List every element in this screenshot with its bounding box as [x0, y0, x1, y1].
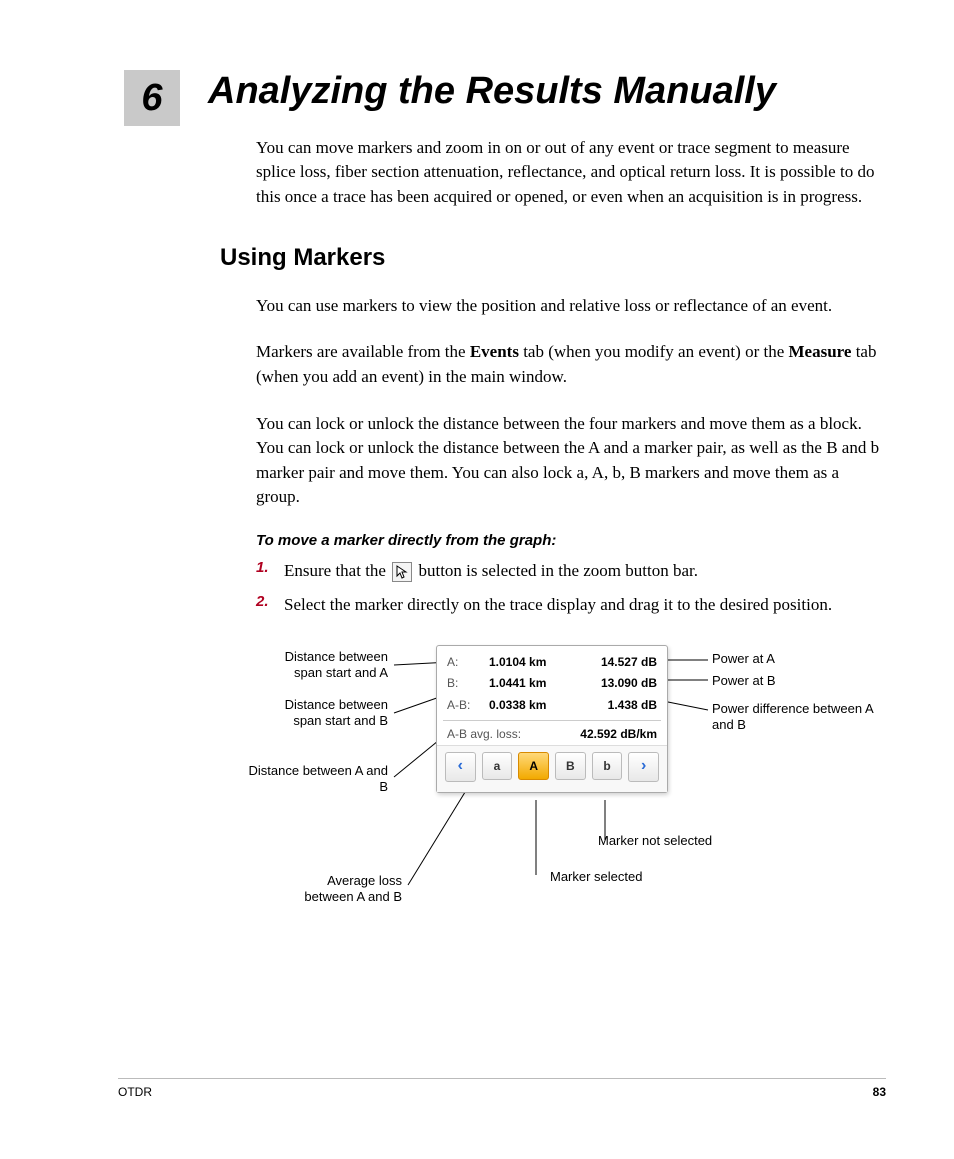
- p2-events-term: Events: [470, 342, 519, 361]
- section-p1: You can use markers to view the position…: [256, 294, 882, 319]
- callout-power-B: Power at B: [712, 673, 872, 689]
- callout-dist-A: Distance between span start and A: [258, 649, 388, 682]
- step-2-text: Select the marker directly on the trace …: [284, 593, 832, 617]
- step-2: 2. Select the marker directly on the tra…: [256, 593, 886, 617]
- callout-marker-selected: Marker selected: [550, 869, 710, 885]
- callout-dist-B: Distance between span start and B: [258, 697, 388, 730]
- footer-doc-name: OTDR: [118, 1085, 152, 1099]
- callout-power-diff: Power difference between A and B: [712, 701, 882, 734]
- row-AB-distance: 0.0338 km: [489, 695, 569, 717]
- step-1-post: button is selected in the zoom button ba…: [418, 561, 698, 580]
- chapter-title: Analyzing the Results Manually: [208, 70, 886, 114]
- callout-dist-AB: Distance between A and B: [246, 763, 388, 796]
- pointer-tool-icon: [392, 562, 412, 582]
- step-1-pre: Ensure that the: [284, 561, 390, 580]
- marker-next-button[interactable]: ›: [628, 752, 659, 782]
- section-p2: Markers are available from the Events ta…: [256, 340, 882, 389]
- chapter-number-box: 6: [124, 70, 180, 126]
- row-B-distance: 1.0441 km: [489, 673, 569, 695]
- step-1: 1. Ensure that the button is selected in…: [256, 559, 886, 583]
- p2-pre: Markers are available from the: [256, 342, 470, 361]
- step-2-number: 2.: [256, 593, 284, 617]
- section-heading: Using Markers: [220, 244, 886, 272]
- section-p3: You can lock or unlock the distance betw…: [256, 412, 882, 511]
- row-A-distance: 1.0104 km: [489, 652, 569, 674]
- intro-paragraph: You can move markers and zoom in on or o…: [256, 136, 882, 210]
- marker-B-button[interactable]: B: [555, 752, 586, 780]
- row-B-label: B:: [447, 673, 481, 695]
- page-footer: OTDR 83: [118, 1078, 886, 1099]
- row-B: B: 1.0441 km 13.090 dB: [447, 673, 657, 695]
- footer-page-number: 83: [873, 1085, 886, 1099]
- callout-avg-loss: Average loss between A and B: [288, 873, 402, 906]
- marker-prev-button[interactable]: ‹: [445, 752, 476, 782]
- marker-button-bar: ‹ a A B b ›: [437, 745, 667, 792]
- p2-measure-term: Measure: [789, 342, 852, 361]
- row-AB-label: A-B:: [447, 695, 481, 717]
- marker-A-button[interactable]: A: [518, 752, 549, 780]
- row-AB: A-B: 0.0338 km 1.438 dB: [447, 695, 657, 717]
- row-A: A: 1.0104 km 14.527 dB: [447, 652, 657, 674]
- row-A-label: A:: [447, 652, 481, 674]
- row-B-power: 13.090 dB: [577, 673, 657, 695]
- step-1-number: 1.: [256, 559, 284, 583]
- chapter-number: 6: [141, 77, 162, 120]
- row-A-power: 14.527 dB: [577, 652, 657, 674]
- marker-b-button[interactable]: b: [592, 752, 623, 780]
- marker-readout-panel: A: 1.0104 km 14.527 dB B: 1.0441 km 13.0…: [436, 645, 668, 794]
- row-AB-power: 1.438 dB: [577, 695, 657, 717]
- callout-power-A: Power at A: [712, 651, 872, 667]
- marker-a-button[interactable]: a: [482, 752, 513, 780]
- avg-loss-row: A-B avg. loss: 42.592 dB/km: [437, 723, 667, 745]
- marker-panel-figure: A: 1.0104 km 14.527 dB B: 1.0441 km 13.0…: [68, 645, 886, 935]
- step-1-text: Ensure that the button is selected in th…: [284, 559, 698, 583]
- avg-loss-value: 42.592 dB/km: [580, 727, 657, 741]
- p2-mid: tab (when you modify an event) or the: [519, 342, 789, 361]
- panel-separator: [443, 720, 661, 721]
- procedure-heading: To move a marker directly from the graph…: [256, 532, 886, 549]
- avg-loss-label: A-B avg. loss:: [447, 727, 521, 741]
- callout-marker-not-selected: Marker not selected: [598, 833, 778, 849]
